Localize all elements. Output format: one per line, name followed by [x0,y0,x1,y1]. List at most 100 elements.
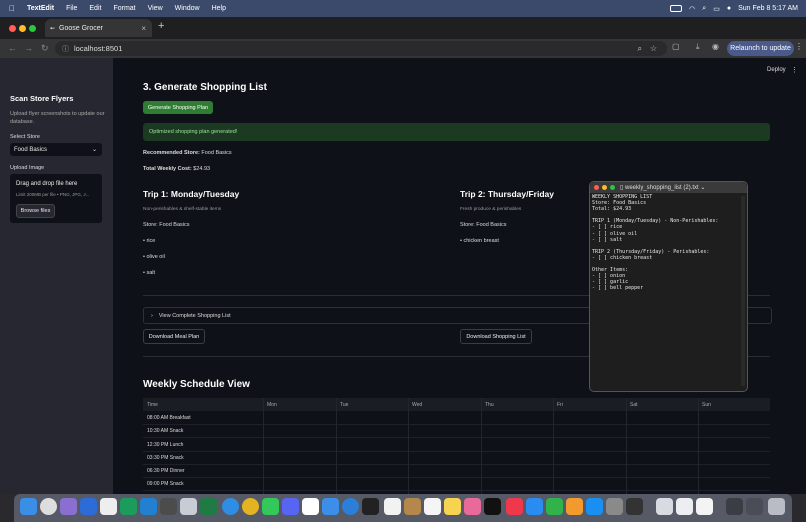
app-store-icon[interactable] [586,498,603,515]
window-close-button[interactable] [9,25,16,32]
site-info-icon[interactable]: ⓘ [62,44,69,54]
browse-files-button[interactable]: Browse files [16,204,55,218]
table-row[interactable]: 10:30 AM Snack [143,424,770,438]
mail-icon[interactable] [322,498,339,515]
window-zoom-button[interactable] [610,185,615,190]
menu-format[interactable]: Format [113,5,135,12]
trip1-store-value: Food Basics [159,222,190,228]
finder-icon[interactable] [20,498,37,515]
apple-tv-icon[interactable] [484,498,501,515]
window-minimize-button[interactable] [19,25,26,32]
wifi-icon[interactable]: ◠ [689,5,695,13]
reminders-icon[interactable] [424,498,441,515]
table-cell-time: 08:00 AM Breakfast [147,414,191,421]
menu-app-name[interactable]: TextEdit [27,5,54,12]
notes-icon[interactable] [444,498,461,515]
list-item: • salt [143,270,156,276]
window-minimize-button[interactable] [602,185,607,190]
scrollbar[interactable] [741,196,745,386]
pycharm-icon[interactable] [120,498,137,515]
keynote-icon[interactable] [526,498,543,515]
tab-close-icon[interactable]: × [141,24,146,33]
relaunch-to-update-button[interactable]: Relaunch to update [727,41,794,56]
spotlight-search-icon[interactable]: ⌕ [702,5,706,13]
trip2-store-value: Food Basics [476,222,507,228]
calendar-icon[interactable] [384,498,401,515]
browser-menu-icon[interactable]: ⋮ [795,42,803,51]
extensions-icon[interactable]: ▢ [672,42,680,51]
menu-help[interactable]: Help [212,5,226,12]
reload-icon[interactable]: ↻ [41,43,49,54]
preview-icon[interactable] [180,498,197,515]
zoom-icon[interactable]: ⌕ [638,44,642,54]
clock-icon[interactable] [40,498,57,515]
file-dropzone[interactable]: Drag and drop file here Limit 200MB per … [10,174,102,223]
terminal-icon[interactable] [362,498,379,515]
iphone-mirroring-icon[interactable] [626,498,643,515]
numbers-icon[interactable] [546,498,563,515]
brown-app-icon[interactable] [404,498,421,515]
folder-stack-icon[interactable] [726,498,743,515]
safari-icon[interactable] [222,498,239,515]
control-center-icon[interactable]: ▭ [713,5,720,13]
address-url[interactable]: localhost:8501 [74,44,122,53]
messages-icon[interactable] [262,498,279,515]
menu-view[interactable]: View [148,5,163,12]
window-close-button[interactable] [594,185,599,190]
vscode-icon[interactable] [140,498,157,515]
weekly-schedule-table[interactable]: Time Mon Tue Wed Thu Fri Sat Sun 08:00 A… [143,398,770,494]
menu-edit[interactable]: Edit [89,5,101,12]
deploy-button[interactable]: Deploy [767,67,786,73]
table-row[interactable]: 08:00 AM Breakfast [143,411,770,425]
forward-icon[interactable]: → [24,43,33,53]
pages-icon[interactable] [566,498,583,515]
download-shopping-list-button[interactable]: Download Shopping List [460,329,532,344]
battery-icon[interactable] [670,5,683,12]
document-thumbnail-icon[interactable] [676,498,693,515]
browser-tab[interactable]: ⇜ Goose Grocer × [45,19,152,37]
tools-icon[interactable] [160,498,177,515]
profile-icon[interactable]: ◉ [712,42,719,51]
app-grid-icon[interactable] [80,498,97,515]
new-tab-icon[interactable]: + [158,20,164,32]
slack-icon[interactable] [302,498,319,515]
discord-icon[interactable] [282,498,299,515]
app-menu-icon[interactable]: ⋮ [791,66,798,74]
excel-icon[interactable] [200,498,217,515]
browser-icon[interactable] [342,498,359,515]
news-icon[interactable] [506,498,523,515]
download-meal-plan-button[interactable]: Download Meal Plan [143,329,205,344]
user-icon[interactable]: ● [727,5,731,12]
table-row[interactable]: 12:30 PM Lunch [143,438,770,452]
window-zoom-button[interactable] [29,25,36,32]
store-select[interactable]: Food Basics ⌄ [10,143,102,156]
address-bar[interactable]: ⓘ localhost:8501 ⌕ ☆ [55,41,667,56]
table-row[interactable]: 03:30 PM Snack [143,451,770,465]
success-alert: Optimized shopping plan generated! [143,123,770,141]
bookmark-star-icon[interactable]: ☆ [650,44,657,53]
trash-icon[interactable] [768,498,785,515]
textedit-content[interactable]: WEEKLY SHOPPING LIST Store: Food Basics … [592,194,718,292]
menubar-clock[interactable]: Sun Feb 8 5:17 AM [738,5,798,12]
photos-icon[interactable] [464,498,481,515]
system-settings-icon[interactable] [606,498,623,515]
textedit-window[interactable]: ▯ weekly_shopping_list (2).txt ⌄ WEEKLY … [589,181,748,392]
textedit-titlebar[interactable]: ▯ weekly_shopping_list (2).txt ⌄ [590,182,747,193]
schedule-title: Weekly Schedule View [143,379,250,390]
table-row[interactable]: 06:30 PM Dinner [143,464,770,478]
textedit-icon[interactable] [696,498,713,515]
downloads-icon[interactable]: ⤓ [696,42,700,52]
chrome-icon[interactable] [242,498,259,515]
back-icon[interactable]: ← [8,43,17,53]
downloads-stack-icon[interactable] [746,498,763,515]
generate-shopping-plan-button[interactable]: Generate Shopping Plan [143,101,213,114]
menu-file[interactable]: File [66,5,77,12]
document-thumbnail-icon[interactable] [656,498,673,515]
table-row[interactable]: 09:00 PM Snack [143,477,770,491]
apple-menu-icon[interactable]:  [9,4,19,13]
trip2-title: Trip 2: Thursday/Friday [460,189,554,199]
launchpad-icon[interactable] [60,498,77,515]
menu-window[interactable]: Window [175,5,200,12]
notion-icon[interactable] [100,498,117,515]
chevron-down-icon[interactable]: ⌄ [700,185,705,191]
